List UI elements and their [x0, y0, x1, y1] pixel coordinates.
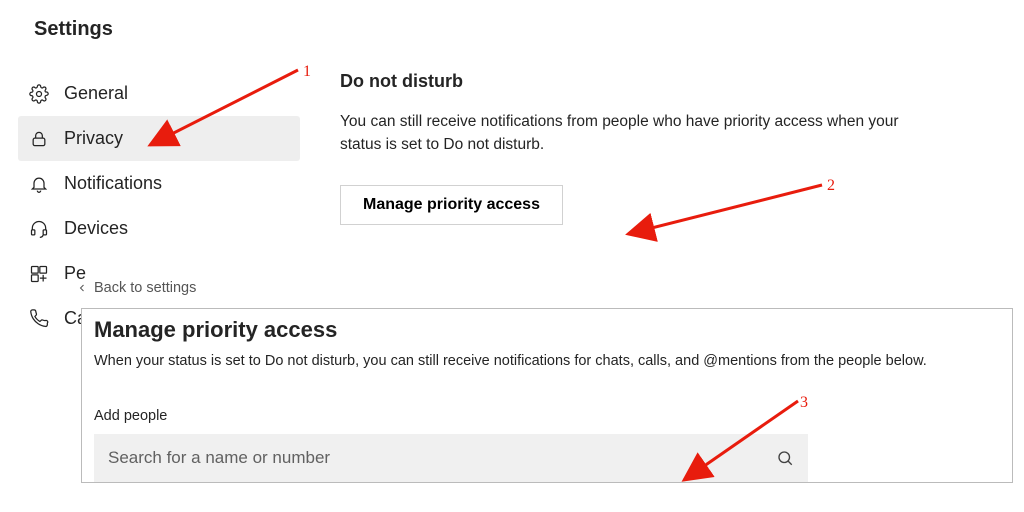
sidebar-item-general[interactable]: General	[18, 71, 300, 116]
sidebar-item-label: Privacy	[64, 128, 123, 149]
permissions-icon	[28, 263, 50, 285]
bell-icon	[28, 173, 50, 195]
panel-title: Manage priority access	[94, 317, 1000, 343]
dnd-title: Do not disturb	[340, 71, 984, 92]
sidebar-item-privacy[interactable]: Privacy	[18, 116, 300, 161]
content-pane: Do not disturb You can still receive not…	[300, 71, 1024, 225]
dnd-description: You can still receive notifications from…	[340, 110, 940, 157]
search-wrap	[94, 434, 808, 482]
sidebar-item-label: General	[64, 83, 128, 104]
panel-description: When your status is set to Do not distur…	[94, 351, 1000, 372]
manage-priority-access-panel: Manage priority access When your status …	[81, 308, 1013, 483]
sidebar-item-notifications[interactable]: Notifications	[18, 161, 300, 206]
lock-icon	[28, 128, 50, 150]
phone-icon	[28, 308, 50, 330]
back-label: Back to settings	[94, 280, 196, 296]
sidebar-item-devices[interactable]: Devices	[18, 206, 300, 251]
back-to-settings-link[interactable]: Back to settings	[70, 280, 202, 296]
search-icon	[776, 434, 794, 482]
headset-icon	[28, 218, 50, 240]
sidebar: General Privacy Notifications	[0, 71, 300, 341]
search-input[interactable]	[94, 434, 808, 482]
sidebar-item-label: Devices	[64, 218, 128, 239]
page-title: Settings	[0, 0, 1024, 41]
add-people-label: Add people	[94, 408, 1000, 424]
chevron-left-icon	[76, 282, 88, 294]
sidebar-item-label: Notifications	[64, 173, 162, 194]
gear-icon	[28, 83, 50, 105]
manage-priority-access-button[interactable]: Manage priority access	[340, 185, 563, 225]
layout-wrap: General Privacy Notifications	[0, 41, 1024, 341]
